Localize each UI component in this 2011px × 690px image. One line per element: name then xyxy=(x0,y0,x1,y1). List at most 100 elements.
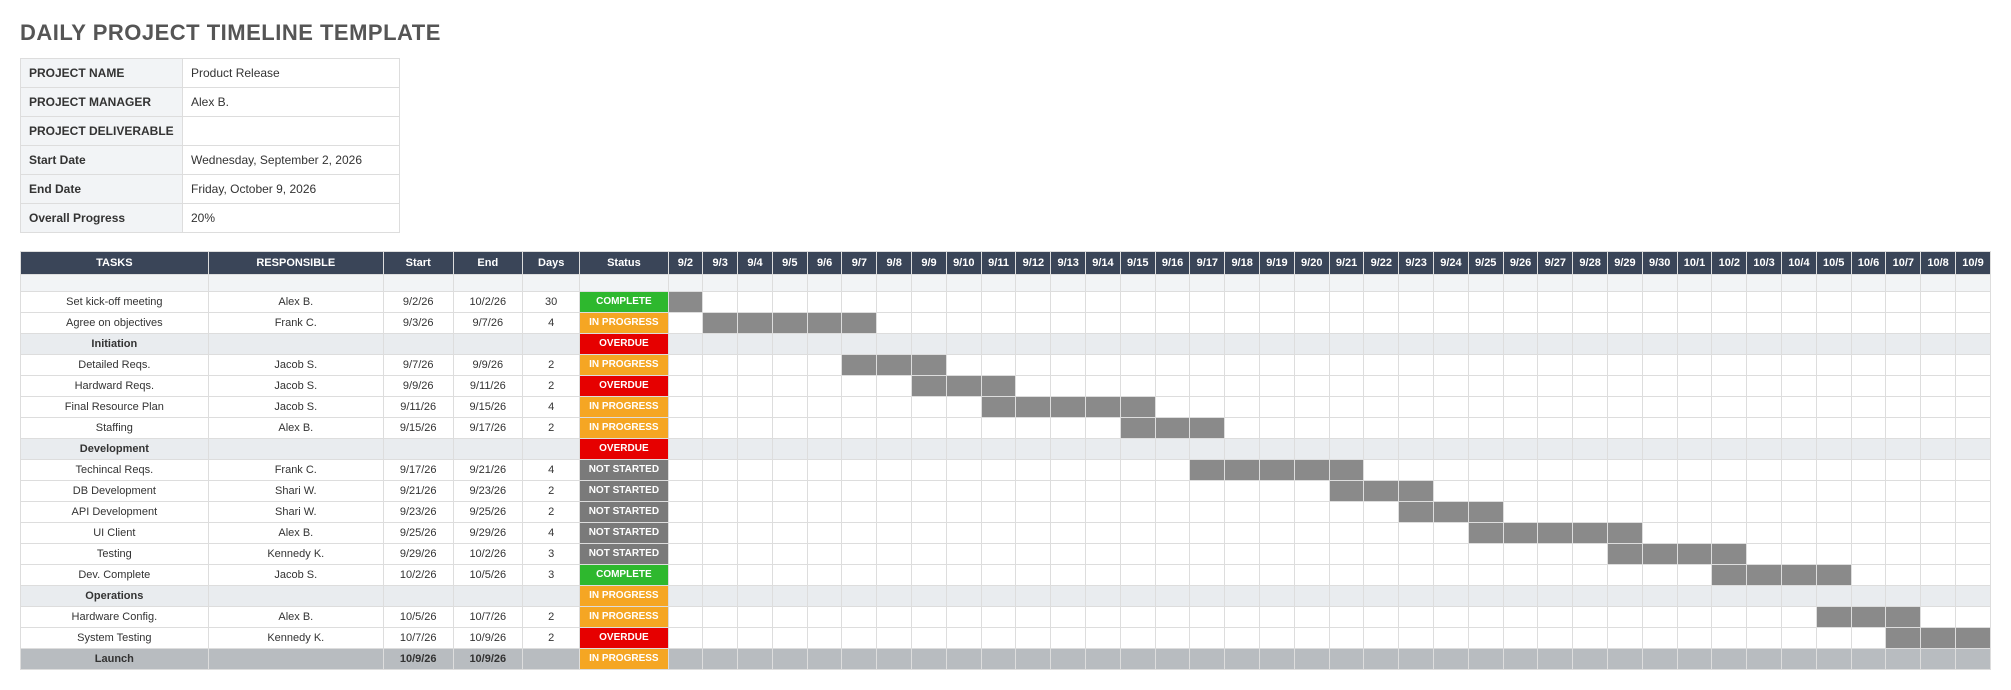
timeline-cell[interactable] xyxy=(1955,334,1990,355)
timeline-cell[interactable] xyxy=(1955,376,1990,397)
task-name[interactable]: Detailed Reqs. xyxy=(21,355,209,376)
timeline-cell[interactable] xyxy=(946,313,981,334)
timeline-cell[interactable] xyxy=(1608,418,1643,439)
timeline-cell[interactable] xyxy=(1225,565,1260,586)
timeline-cell[interactable] xyxy=(1747,481,1782,502)
gantt-bar-cell[interactable] xyxy=(1538,523,1573,544)
timeline-cell[interactable] xyxy=(1747,439,1782,460)
status-cell[interactable]: COMPLETE xyxy=(580,292,668,313)
timeline-cell[interactable] xyxy=(1155,628,1190,649)
start-date-cell[interactable]: 10/5/26 xyxy=(383,607,453,628)
timeline-cell[interactable] xyxy=(1364,334,1399,355)
timeline-cell[interactable] xyxy=(1921,376,1956,397)
timeline-cell[interactable] xyxy=(1955,586,1990,607)
gantt-bar-cell[interactable] xyxy=(1955,628,1990,649)
timeline-cell[interactable] xyxy=(1364,355,1399,376)
gantt-bar-cell[interactable] xyxy=(1886,607,1921,628)
timeline-cell[interactable] xyxy=(738,523,773,544)
timeline-cell[interactable] xyxy=(1260,397,1295,418)
status-cell[interactable]: IN PROGRESS xyxy=(580,586,668,607)
timeline-cell[interactable] xyxy=(1503,481,1538,502)
timeline-cell[interactable] xyxy=(1573,628,1608,649)
timeline-cell[interactable] xyxy=(1329,439,1364,460)
start-date-cell[interactable]: 9/11/26 xyxy=(383,397,453,418)
timeline-cell[interactable] xyxy=(1608,460,1643,481)
timeline-cell[interactable] xyxy=(1120,523,1155,544)
timeline-cell[interactable] xyxy=(1712,355,1747,376)
timeline-cell[interactable] xyxy=(703,418,738,439)
timeline-cell[interactable] xyxy=(1538,544,1573,565)
task-name[interactable]: Agree on objectives xyxy=(21,313,209,334)
task-name[interactable]: Dev. Complete xyxy=(21,565,209,586)
timeline-cell[interactable] xyxy=(1782,502,1817,523)
timeline-cell[interactable] xyxy=(1468,565,1503,586)
timeline-cell[interactable] xyxy=(1538,586,1573,607)
timeline-cell[interactable] xyxy=(668,523,703,544)
timeline-cell[interactable] xyxy=(1260,649,1295,670)
timeline-cell[interactable] xyxy=(1782,397,1817,418)
section-title[interactable]: Operations xyxy=(21,586,209,607)
timeline-cell[interactable] xyxy=(1816,523,1851,544)
timeline-cell[interactable] xyxy=(1086,292,1121,313)
gantt-bar-cell[interactable] xyxy=(1503,523,1538,544)
timeline-cell[interactable] xyxy=(1816,376,1851,397)
meta-value[interactable]: Wednesday, September 2, 2026 xyxy=(183,146,400,175)
section-title[interactable]: Development xyxy=(21,439,209,460)
timeline-cell[interactable] xyxy=(1225,313,1260,334)
timeline-cell[interactable] xyxy=(1399,649,1434,670)
timeline-cell[interactable] xyxy=(1016,607,1051,628)
timeline-cell[interactable] xyxy=(877,460,912,481)
timeline-cell[interactable] xyxy=(946,418,981,439)
timeline-cell[interactable] xyxy=(1886,586,1921,607)
timeline-cell[interactable] xyxy=(1260,481,1295,502)
responsible-cell[interactable]: Shari W. xyxy=(208,502,383,523)
timeline-cell[interactable] xyxy=(1155,607,1190,628)
timeline-cell[interactable] xyxy=(1782,586,1817,607)
timeline-cell[interactable] xyxy=(772,355,807,376)
timeline-cell[interactable] xyxy=(1155,502,1190,523)
task-name[interactable]: Staffing xyxy=(21,418,209,439)
timeline-cell[interactable] xyxy=(1434,439,1469,460)
timeline-cell[interactable] xyxy=(1955,418,1990,439)
timeline-cell[interactable] xyxy=(772,628,807,649)
timeline-cell[interactable] xyxy=(1712,334,1747,355)
timeline-cell[interactable] xyxy=(1816,439,1851,460)
timeline-cell[interactable] xyxy=(1364,397,1399,418)
timeline-cell[interactable] xyxy=(1190,607,1225,628)
timeline-cell[interactable] xyxy=(1190,502,1225,523)
timeline-cell[interactable] xyxy=(1573,292,1608,313)
timeline-cell[interactable] xyxy=(1155,292,1190,313)
timeline-cell[interactable] xyxy=(1503,502,1538,523)
gantt-bar-cell[interactable] xyxy=(1364,481,1399,502)
timeline-cell[interactable] xyxy=(1503,418,1538,439)
end-date-cell[interactable]: 9/23/26 xyxy=(453,481,523,502)
timeline-cell[interactable] xyxy=(703,523,738,544)
timeline-cell[interactable] xyxy=(1712,313,1747,334)
timeline-cell[interactable] xyxy=(946,502,981,523)
timeline-cell[interactable] xyxy=(668,376,703,397)
start-date-cell[interactable]: 9/7/26 xyxy=(383,355,453,376)
timeline-cell[interactable] xyxy=(1642,628,1677,649)
timeline-cell[interactable] xyxy=(807,607,842,628)
gantt-bar-cell[interactable] xyxy=(1399,502,1434,523)
timeline-cell[interactable] xyxy=(1955,502,1990,523)
timeline-cell[interactable] xyxy=(1399,544,1434,565)
timeline-cell[interactable] xyxy=(1155,586,1190,607)
timeline-cell[interactable] xyxy=(1747,355,1782,376)
timeline-cell[interactable] xyxy=(1886,565,1921,586)
responsible-cell[interactable] xyxy=(208,649,383,670)
timeline-cell[interactable] xyxy=(1573,397,1608,418)
timeline-cell[interactable] xyxy=(738,586,773,607)
timeline-cell[interactable] xyxy=(807,439,842,460)
timeline-cell[interactable] xyxy=(1712,523,1747,544)
end-date-cell[interactable]: 9/17/26 xyxy=(453,418,523,439)
gantt-bar-cell[interactable] xyxy=(807,313,842,334)
end-date-cell[interactable]: 9/11/26 xyxy=(453,376,523,397)
timeline-cell[interactable] xyxy=(1747,649,1782,670)
gantt-bar-cell[interactable] xyxy=(1086,397,1121,418)
timeline-cell[interactable] xyxy=(981,313,1016,334)
timeline-cell[interactable] xyxy=(877,586,912,607)
gantt-bar-cell[interactable] xyxy=(1712,544,1747,565)
timeline-cell[interactable] xyxy=(1538,376,1573,397)
timeline-cell[interactable] xyxy=(668,418,703,439)
